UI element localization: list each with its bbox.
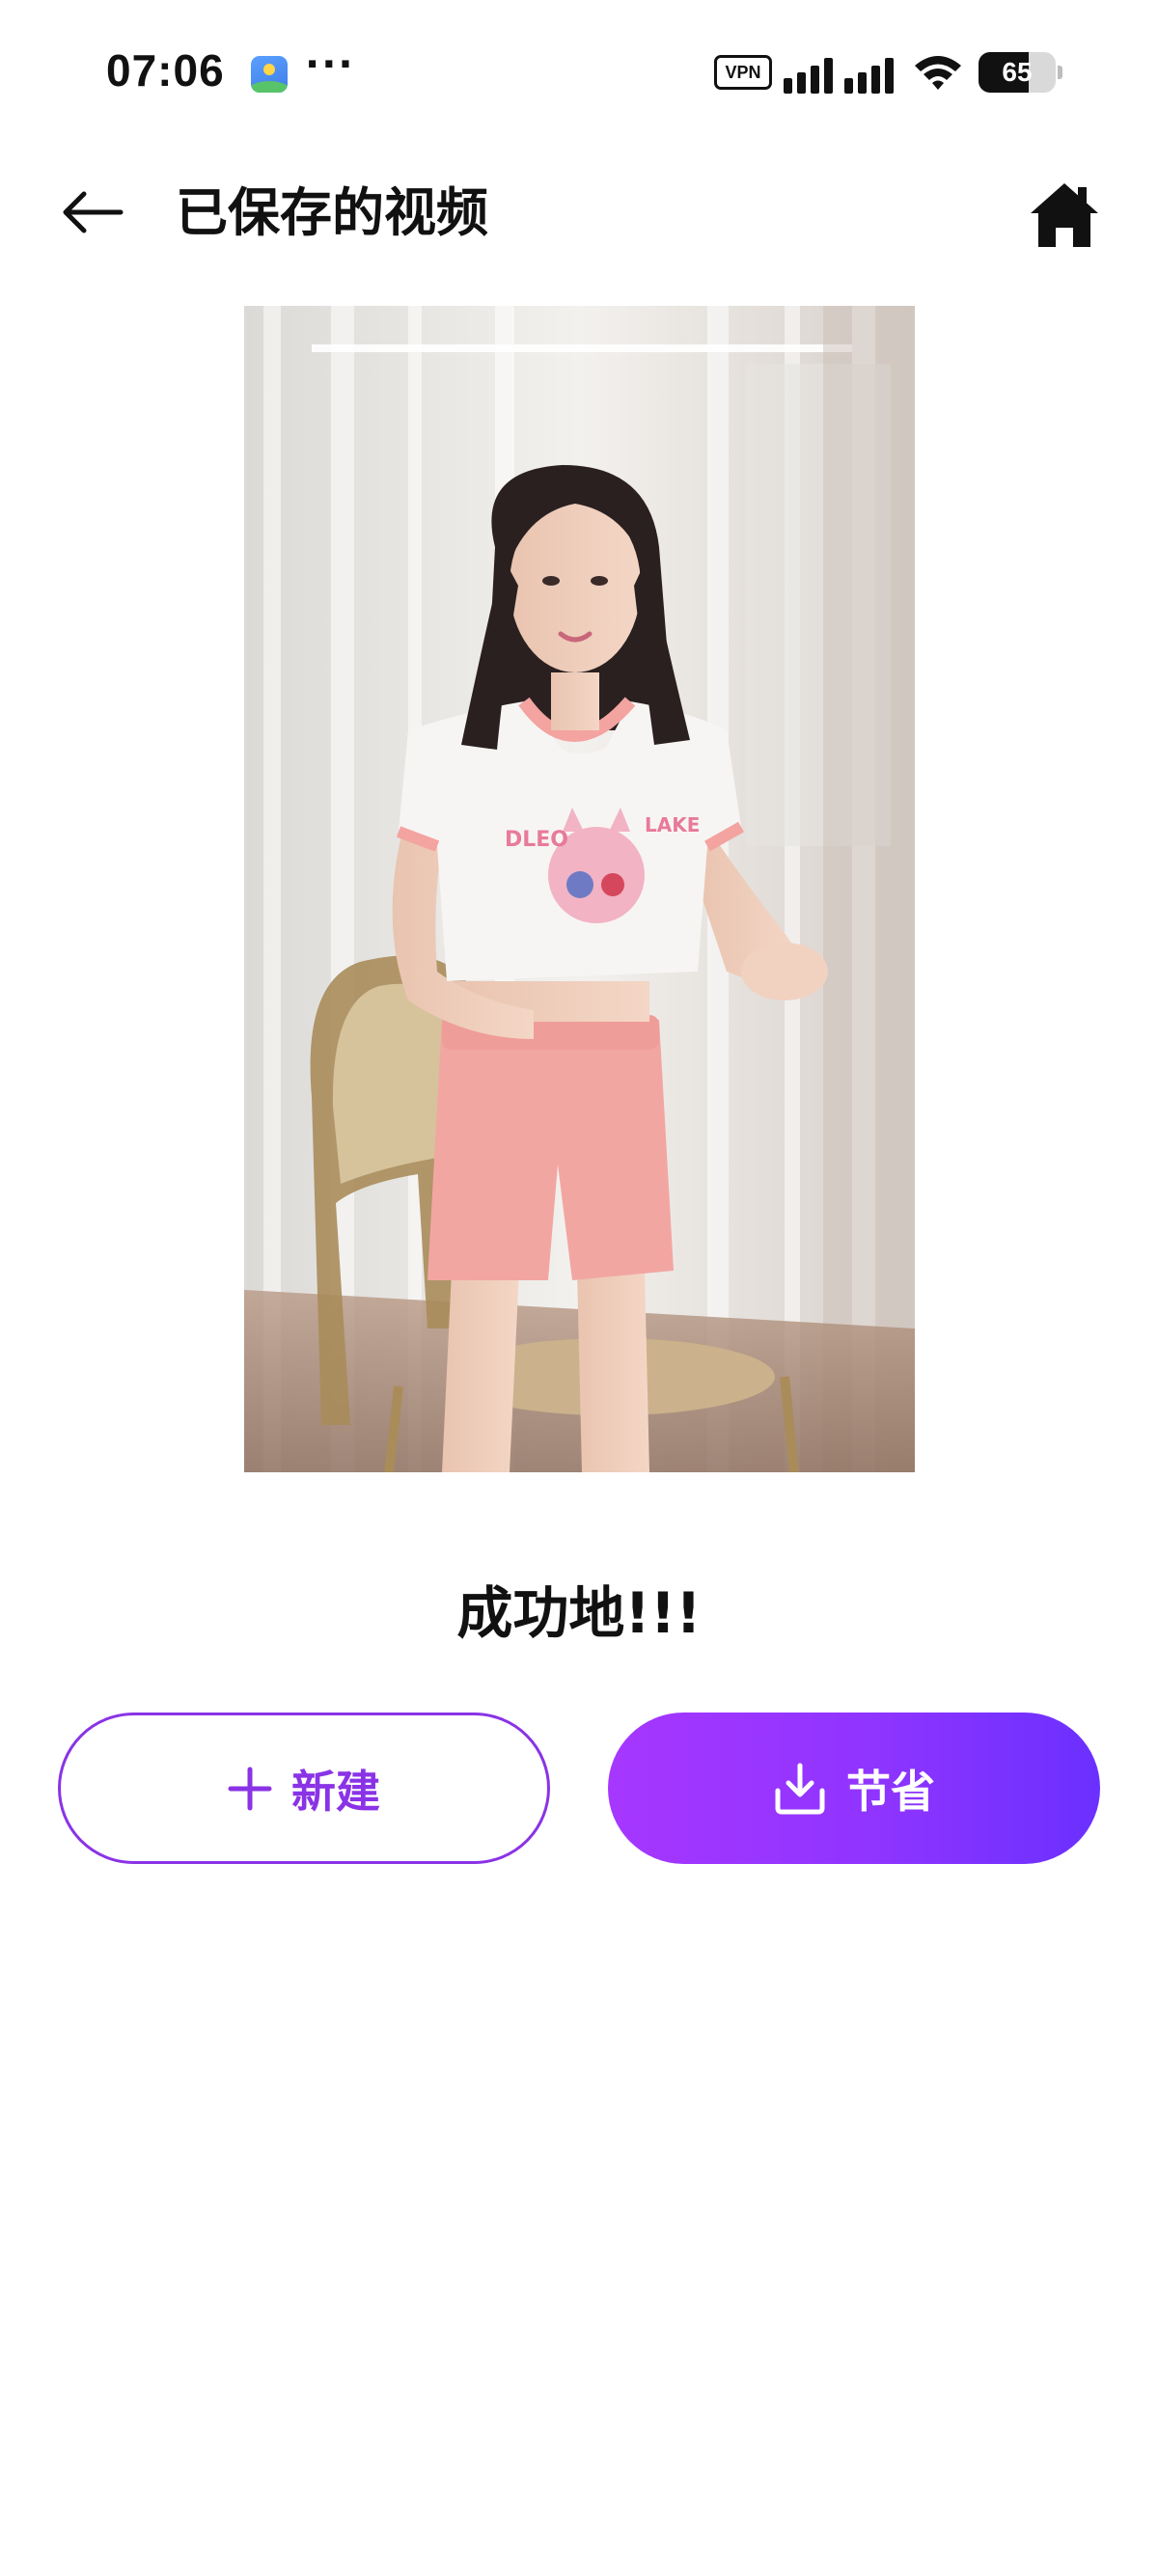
back-button[interactable] <box>54 174 131 251</box>
signal-icon <box>784 58 894 94</box>
svg-text:DLEO: DLEO <box>505 828 568 852</box>
vpn-badge: VPN <box>714 55 772 90</box>
new-button-label: 新建 <box>291 1765 380 1818</box>
plus-icon <box>228 1767 272 1811</box>
more-notifications-icon: ··· <box>305 42 355 87</box>
back-arrow-icon <box>63 191 124 233</box>
video-frame-image: DLEO LAKE <box>244 306 915 1472</box>
save-button[interactable]: 节省 <box>608 1713 1100 1864</box>
wifi-icon <box>915 56 961 90</box>
battery-tip <box>1058 66 1062 79</box>
home-button[interactable] <box>1021 172 1108 259</box>
success-message: 成功地!!! <box>456 1580 702 1646</box>
status-time: 07:06 <box>106 45 225 96</box>
battery-icon: 65 <box>979 52 1056 93</box>
battery-percent: 65 <box>1002 57 1033 87</box>
home-icon <box>1031 183 1098 247</box>
video-thumbnail[interactable]: DLEO LAKE <box>244 306 915 1472</box>
save-button-label: 节省 <box>846 1765 935 1818</box>
svg-text:LAKE: LAKE <box>645 813 700 836</box>
new-button[interactable]: 新建 <box>58 1713 550 1864</box>
page-title: 已保存的视频 <box>176 182 488 243</box>
download-icon <box>773 1762 827 1816</box>
saved-video-screen: 07:06 ··· VPN 65 已保存的视频 DLEO LAKE 成功地!!!… <box>0 0 1158 2576</box>
status-bar: 07:06 ··· VPN 65 <box>0 0 1158 145</box>
gallery-icon <box>251 56 288 93</box>
